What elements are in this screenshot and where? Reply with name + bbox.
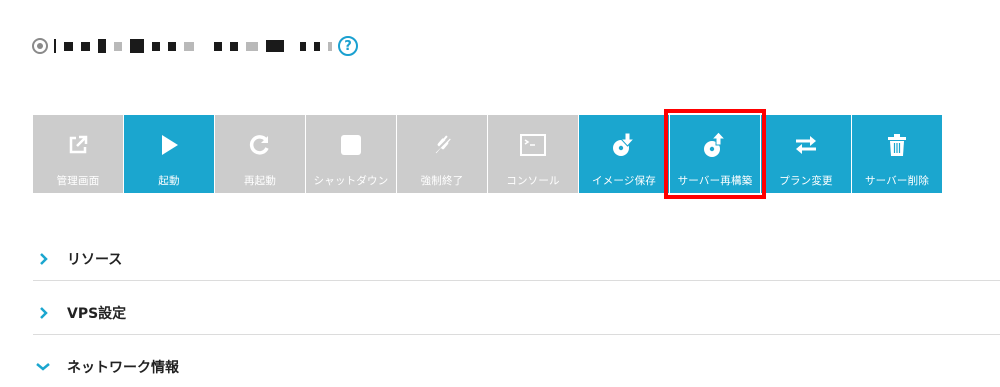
section-network-info-label: ネットワーク情報 xyxy=(67,360,179,376)
change-plan-label: プラン変更 xyxy=(779,175,833,187)
swap-arrows-icon xyxy=(791,133,821,157)
change-plan-button[interactable]: プラン変更 xyxy=(761,115,851,193)
delete-server-label: サーバー削除 xyxy=(864,175,930,187)
shutdown-label: シャットダウン xyxy=(313,175,389,187)
section-network-info[interactable]: ネットワーク情報 xyxy=(33,356,1000,378)
section-resources-label: リソース xyxy=(67,252,123,268)
force-stop-label: 強制終了 xyxy=(420,175,464,187)
power-status-icon xyxy=(32,38,48,54)
help-icon[interactable]: ? xyxy=(338,36,358,56)
console-icon xyxy=(518,133,548,157)
play-icon xyxy=(154,133,184,157)
server-name-redacted xyxy=(54,36,332,56)
restart-label: 再起動 xyxy=(243,175,277,187)
section-vps-settings[interactable]: VPS設定 xyxy=(33,302,1000,324)
restart-button[interactable]: 再起動 xyxy=(215,115,305,193)
section-vps-settings-label: VPS設定 xyxy=(67,306,127,322)
chevron-right-icon xyxy=(33,303,53,323)
divider xyxy=(33,280,1000,281)
disk-download-icon xyxy=(609,132,639,157)
console-label: コンソール xyxy=(506,175,560,187)
plug-off-icon xyxy=(427,133,457,157)
rebuild-server-label: サーバー再構築 xyxy=(677,175,753,187)
trash-icon xyxy=(882,133,912,157)
console-button[interactable]: コンソール xyxy=(488,115,578,193)
admin-panel-button[interactable]: 管理画面 xyxy=(33,115,123,193)
section-resources[interactable]: リソース xyxy=(33,248,1000,270)
save-image-label: イメージ保存 xyxy=(592,175,656,187)
stop-icon xyxy=(336,133,366,157)
shutdown-button[interactable]: シャットダウン xyxy=(306,115,396,193)
start-label: 起動 xyxy=(158,175,180,187)
chevron-down-icon xyxy=(33,357,53,377)
chevron-right-icon xyxy=(33,249,53,269)
restart-icon xyxy=(245,133,275,157)
external-link-icon xyxy=(63,133,93,157)
divider xyxy=(33,334,1000,335)
server-header: ? xyxy=(32,34,358,58)
server-action-toolbar: 管理画面 起動 再起動 シャットダウン 強制終了 コンソール イメージ保存 サー… xyxy=(33,109,943,199)
delete-server-button[interactable]: サーバー削除 xyxy=(852,115,942,193)
start-button[interactable]: 起動 xyxy=(124,115,214,193)
rebuild-server-button[interactable]: サーバー再構築 xyxy=(664,109,766,199)
disk-upload-icon xyxy=(700,132,730,157)
save-image-button[interactable]: イメージ保存 xyxy=(579,115,669,193)
admin-panel-label: 管理画面 xyxy=(56,175,100,187)
force-stop-button[interactable]: 強制終了 xyxy=(397,115,487,193)
